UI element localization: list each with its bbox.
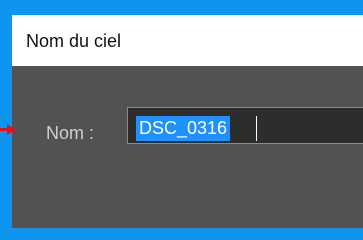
name-label: Nom : xyxy=(46,123,95,143)
dialog-titlebar: Nom du ciel xyxy=(12,15,363,66)
name-input-value: DSC_0316 xyxy=(136,116,231,141)
sky-name-dialog: Nom du ciel Nom : DSC_0316 xyxy=(12,15,363,228)
screenshot-frame: Nom du ciel Nom : DSC_0316 xyxy=(0,0,363,240)
dialog-title: Nom du ciel xyxy=(26,31,122,51)
red-arrow-icon xyxy=(0,124,16,135)
text-caret xyxy=(256,116,257,141)
name-input[interactable]: DSC_0316 xyxy=(127,107,363,144)
